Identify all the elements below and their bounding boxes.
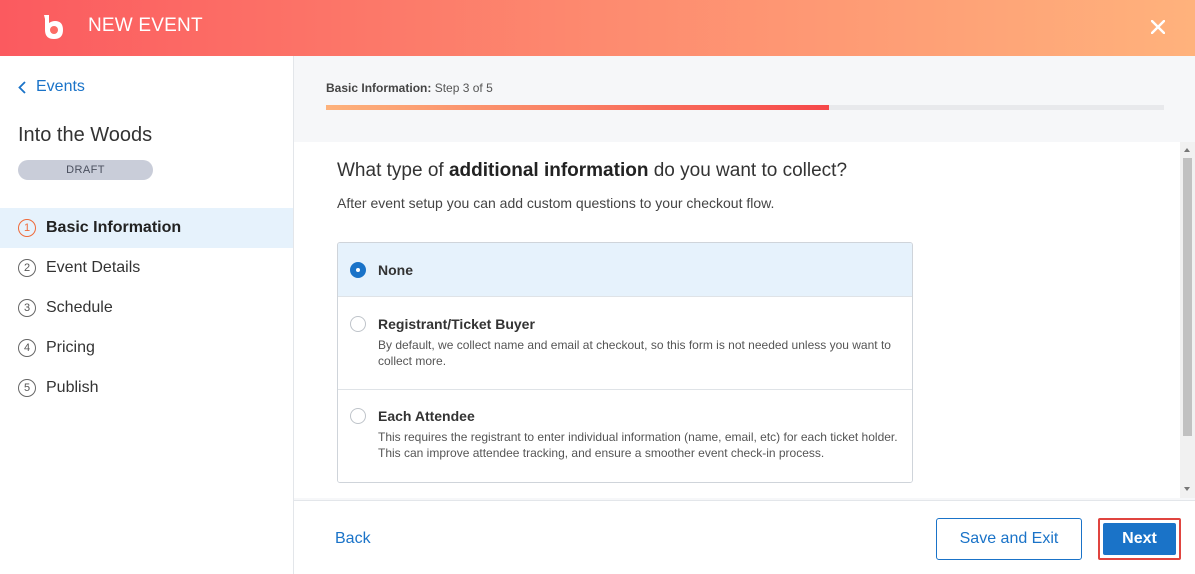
- step-label: Event Details: [46, 259, 141, 276]
- scrollbar[interactable]: [1180, 142, 1195, 498]
- step-number-icon: 2: [18, 259, 36, 277]
- option-each-attendee[interactable]: Each Attendee This requires the registra…: [338, 389, 912, 482]
- progress-step-text: Step 3 of 5: [434, 81, 493, 95]
- main-panel: Basic Information: Step 3 of 5 What type…: [294, 56, 1195, 574]
- back-button[interactable]: Back: [335, 530, 371, 548]
- next-button[interactable]: Next: [1103, 523, 1176, 555]
- event-name: Into the Woods: [18, 124, 153, 146]
- option-none[interactable]: None: [338, 243, 912, 296]
- step-label: Basic Information: [46, 219, 182, 236]
- step-event-details[interactable]: 2 Event Details: [0, 248, 293, 288]
- step-label: Publish: [46, 379, 99, 396]
- step-pricing[interactable]: 4 Pricing: [0, 328, 293, 368]
- option-registrant[interactable]: Registrant/Ticket Buyer By default, we c…: [338, 296, 912, 389]
- step-number-icon: 5: [18, 379, 36, 397]
- step-label: Schedule: [46, 299, 113, 316]
- chevron-left-icon: [18, 80, 26, 94]
- step-list: 1 Basic Information 2 Event Details 3 Sc…: [0, 208, 293, 408]
- progress-bar: [326, 105, 1164, 110]
- back-to-events-link[interactable]: Events: [18, 78, 85, 96]
- step-basic-information[interactable]: 1 Basic Information: [0, 208, 293, 248]
- footer-bar: Back Save and Exit Next: [294, 500, 1195, 574]
- option-title: None: [378, 261, 413, 278]
- step-number-icon: 4: [18, 339, 36, 357]
- status-badge: DRAFT: [18, 160, 153, 180]
- question-emphasis: additional information: [448, 160, 649, 181]
- option-description: This requires the registrant to enter in…: [378, 430, 898, 460]
- step-number-icon: 3: [18, 299, 36, 317]
- option-description: By default, we collect name and email at…: [378, 338, 891, 368]
- step-schedule[interactable]: 3 Schedule: [0, 288, 293, 328]
- step-number-icon: 1: [18, 219, 36, 237]
- progress-label: Basic Information: Step 3 of 5: [326, 81, 1164, 95]
- step-publish[interactable]: 5 Publish: [0, 368, 293, 408]
- progress-section-label: Basic Information:: [326, 81, 432, 95]
- scroll-thumb[interactable]: [1183, 158, 1192, 436]
- form-content: What type of additional information do y…: [294, 142, 1180, 498]
- close-icon: [1151, 20, 1165, 34]
- question-suffix: do you want to collect?: [648, 160, 848, 181]
- options-group: None Registrant/Ticket Buyer By default,…: [337, 242, 913, 483]
- close-button[interactable]: [1143, 12, 1173, 42]
- next-button-highlight: Next: [1098, 518, 1181, 560]
- progress-section: Basic Information: Step 3 of 5: [326, 81, 1164, 110]
- radio-unselected-icon[interactable]: [350, 408, 366, 424]
- page-title: NEW EVENT: [88, 15, 203, 36]
- question-heading: What type of additional information do y…: [337, 160, 847, 182]
- app-header: NEW EVENT: [0, 0, 1195, 56]
- question-prefix: What type of: [337, 160, 449, 181]
- option-title: Each Attendee: [378, 408, 475, 424]
- question-subtext: After event setup you can add custom que…: [337, 195, 775, 211]
- scroll-up-icon[interactable]: [1184, 148, 1190, 152]
- radio-selected-icon[interactable]: [350, 261, 366, 278]
- scroll-down-icon[interactable]: [1184, 487, 1190, 491]
- step-label: Pricing: [46, 339, 95, 356]
- back-to-events-label: Events: [36, 78, 85, 95]
- progress-fill: [326, 105, 829, 110]
- radio-unselected-icon[interactable]: [350, 316, 366, 332]
- option-title: Registrant/Ticket Buyer: [378, 316, 535, 332]
- brand-logo-icon: [44, 15, 63, 39]
- save-and-exit-button[interactable]: Save and Exit: [936, 518, 1082, 560]
- sidebar: Events Into the Woods DRAFT 1 Basic Info…: [0, 56, 294, 574]
